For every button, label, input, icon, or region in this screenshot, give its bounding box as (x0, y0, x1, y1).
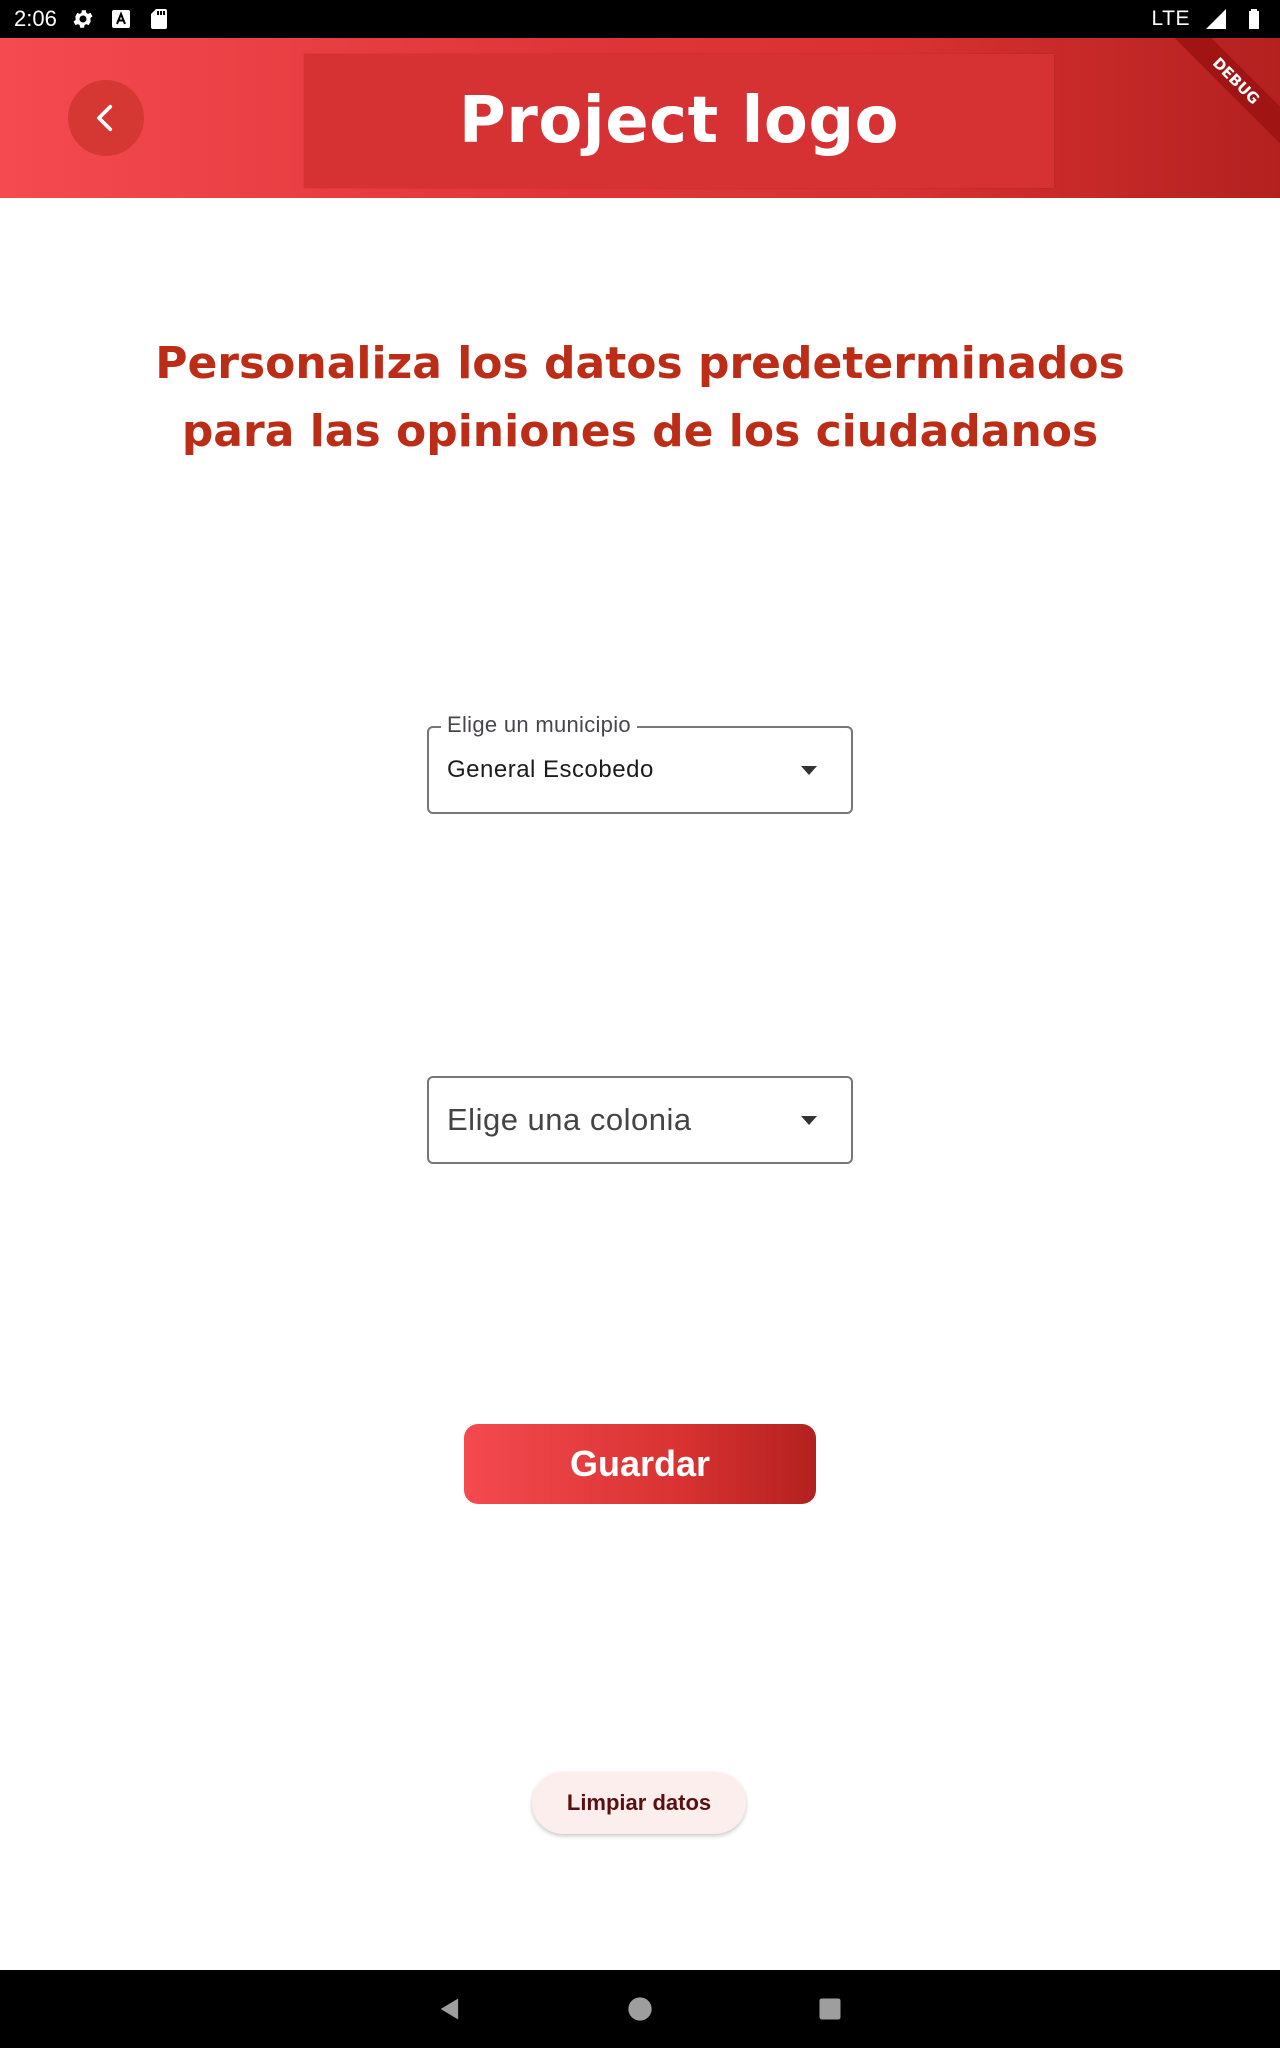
home-circle-icon (628, 1997, 652, 2021)
status-left: 2:06 (14, 6, 171, 32)
status-right: LTE (1152, 7, 1266, 31)
nav-recents-button[interactable] (810, 1989, 850, 2029)
dropdown-arrow-icon (801, 1116, 817, 1125)
recents-square-icon (819, 1998, 841, 2020)
dropdown-arrow-icon (801, 766, 817, 775)
status-bar: 2:06 LTE (0, 0, 1280, 38)
navigation-bar (0, 1970, 1280, 2048)
status-time: 2:06 (14, 6, 57, 31)
app-bar: Project logo DEBUG (0, 38, 1280, 198)
debug-banner: DEBUG (1170, 38, 1280, 147)
gear-icon (71, 7, 95, 31)
clear-data-button[interactable]: Limpiar datos (532, 1772, 746, 1834)
font-a-icon (109, 7, 133, 31)
network-type: LTE (1151, 7, 1190, 30)
page-title: Personaliza los datos predeterminados pa… (155, 338, 1125, 457)
signal-icon (1204, 7, 1228, 31)
save-button[interactable]: Guardar (464, 1424, 816, 1504)
nav-home-button[interactable] (620, 1989, 660, 2029)
nav-back-button[interactable] (430, 1989, 470, 2029)
screen: 2:06 LTE Project logo DEBUG Personaliza … (0, 0, 1280, 2048)
sd-card-icon (147, 7, 171, 31)
municipio-dropdown[interactable]: Elige un municipio General Escobedo (427, 712, 853, 814)
colonia-dropdown[interactable]: Elige una colonia (427, 1076, 853, 1164)
project-logo: Project logo (304, 54, 1054, 188)
colonia-placeholder: Elige una colonia (447, 1102, 692, 1137)
chevron-left-icon (97, 104, 113, 132)
logo-text: Project logo (458, 84, 900, 158)
back-button[interactable] (68, 80, 144, 156)
battery-icon (1242, 7, 1266, 31)
municipio-label: Elige un municipio (441, 712, 637, 738)
municipio-value: General Escobedo (447, 756, 654, 783)
back-triangle-icon (440, 1998, 459, 2020)
